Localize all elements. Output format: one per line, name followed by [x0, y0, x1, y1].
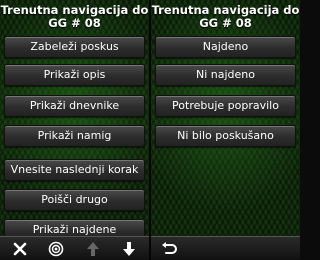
title-line-1: Trenutna navigacija do	[151, 3, 300, 17]
find-another-button[interactable]: Poišči drugo	[4, 189, 145, 211]
left-screen: Trenutna navigacija do GG # 08 Zabeleži …	[0, 0, 149, 260]
not-found-button[interactable]: Ni najdeno	[155, 64, 296, 86]
arrow-up-icon[interactable]	[75, 237, 111, 260]
show-description-button[interactable]: Prikaži opis	[4, 64, 145, 86]
title-line-2: GG # 08	[199, 15, 252, 30]
toolbar	[151, 236, 300, 260]
title-line-1: Trenutna navigacija do	[0, 3, 149, 17]
show-hint-button[interactable]: Prikaži namig	[4, 125, 145, 147]
arrow-down-icon[interactable]	[111, 237, 147, 260]
not-attempted-button[interactable]: Ni bilo poskušano	[155, 125, 296, 147]
page-title: Trenutna navigacija do GG # 08	[151, 0, 300, 34]
found-button[interactable]: Najdeno	[155, 36, 296, 58]
show-logs-button[interactable]: Prikaži dnevnike	[4, 95, 145, 117]
log-attempt-button[interactable]: Zabeleži poskus	[4, 36, 145, 58]
close-icon[interactable]	[2, 237, 38, 260]
needs-maintenance-button[interactable]: Potrebuje popravilo	[155, 95, 296, 117]
toolbar	[0, 236, 149, 260]
right-screen: Trenutna navigacija do GG # 08 Najdeno N…	[151, 0, 300, 260]
back-icon[interactable]	[151, 237, 187, 260]
enter-next-step-button[interactable]: Vnesite naslednji korak	[4, 159, 145, 181]
target-icon[interactable]	[38, 237, 74, 260]
page-title: Trenutna navigacija do GG # 08	[0, 0, 149, 34]
title-line-2: GG # 08	[48, 15, 101, 30]
